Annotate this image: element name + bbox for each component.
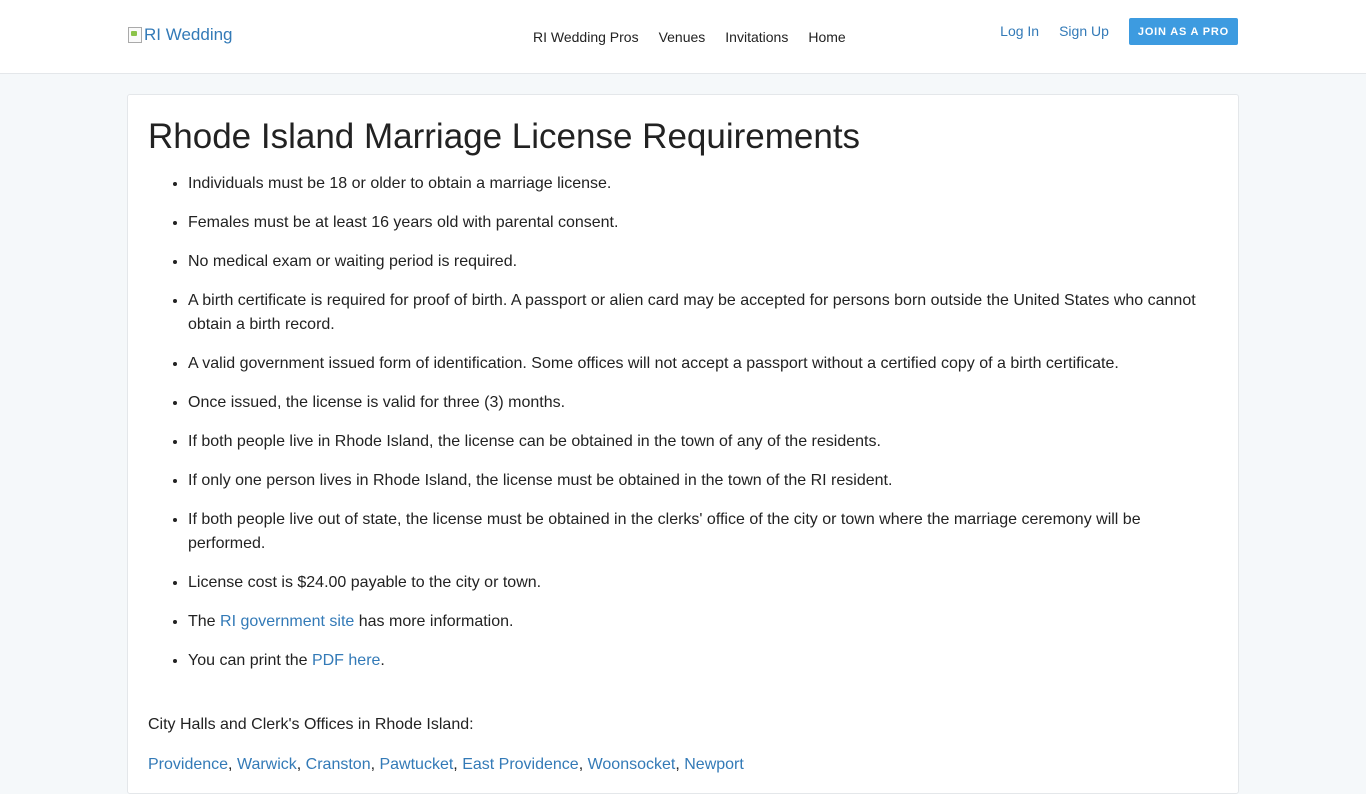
list-item: Individuals must be 18 or older to obtai… xyxy=(188,172,1218,196)
list-item-gov-site: The RI government site has more informat… xyxy=(188,610,1218,634)
list-item-pdf: You can print the PDF here. xyxy=(188,649,1218,673)
nav-link-invitations[interactable]: Invitations xyxy=(725,29,788,45)
city-link-cranston[interactable]: Cranston xyxy=(306,756,371,773)
account-nav: Log In Sign Up JOIN AS A PRO xyxy=(1000,18,1238,45)
nav-link-wedding-pros[interactable]: RI Wedding Pros xyxy=(533,29,639,45)
list-item: If both people live out of state, the li… xyxy=(188,508,1218,556)
nav-link-home[interactable]: Home xyxy=(808,29,845,45)
city-link-pawtucket[interactable]: Pawtucket xyxy=(379,756,453,773)
city-link-newport[interactable]: Newport xyxy=(684,756,744,773)
logo-alt-text: RI Wedding xyxy=(144,25,233,44)
pdf-prefix: You can print the xyxy=(188,652,312,669)
list-item: Once issued, the license is valid for th… xyxy=(188,391,1218,415)
main-nav: RI Wedding Pros Venues Invitations Home xyxy=(533,29,846,45)
pdf-here-link[interactable]: PDF here xyxy=(312,652,380,669)
gov-suffix: has more information. xyxy=(354,613,514,630)
list-item: No medical exam or waiting period is req… xyxy=(188,250,1218,274)
login-link[interactable]: Log In xyxy=(1000,18,1039,45)
list-item: If both people live in Rhode Island, the… xyxy=(188,430,1218,454)
city-link-providence[interactable]: Providence xyxy=(148,756,228,773)
requirements-list: Individuals must be 18 or older to obtai… xyxy=(148,172,1218,673)
list-item: Females must be at least 16 years old wi… xyxy=(188,211,1218,235)
top-navbar: RI Wedding RI Wedding Pros Venues Invita… xyxy=(0,0,1366,74)
gov-prefix: The xyxy=(188,613,221,630)
list-item: A birth certificate is required for proo… xyxy=(188,289,1218,337)
join-as-pro-button[interactable]: JOIN AS A PRO xyxy=(1128,18,1238,45)
city-link-east-providence[interactable]: East Providence xyxy=(462,756,579,773)
pdf-suffix: . xyxy=(380,652,385,669)
logo-link[interactable]: RI Wedding xyxy=(128,25,233,45)
page-title: Rhode Island Marriage License Requiremen… xyxy=(148,117,861,156)
city-link-warwick[interactable]: Warwick xyxy=(237,756,297,773)
city-link-woonsocket[interactable]: Woonsocket xyxy=(588,756,676,773)
content-card: Rhode Island Marriage License Requiremen… xyxy=(127,94,1239,794)
offices-heading: City Halls and Clerk's Offices in Rhode … xyxy=(148,716,474,733)
nav-link-venues[interactable]: Venues xyxy=(659,29,706,45)
list-item: A valid government issued form of identi… xyxy=(188,352,1218,376)
ri-government-site-link[interactable]: RI government site xyxy=(220,613,354,630)
city-links: Providence, Warwick, Cranston, Pawtucket… xyxy=(148,756,744,773)
list-item: If only one person lives in Rhode Island… xyxy=(188,469,1218,493)
signup-link[interactable]: Sign Up xyxy=(1059,18,1109,45)
broken-image-icon xyxy=(128,27,142,43)
list-item: License cost is $24.00 payable to the ci… xyxy=(188,571,1218,595)
